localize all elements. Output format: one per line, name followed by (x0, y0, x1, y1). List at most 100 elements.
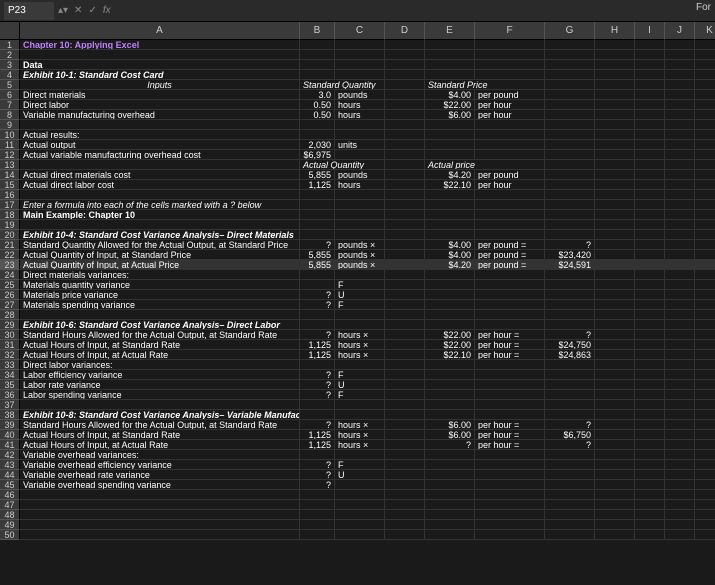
cell-J33[interactable] (665, 360, 695, 370)
cell-G45[interactable] (545, 480, 595, 490)
cell-G28[interactable] (545, 310, 595, 320)
row-header-32[interactable]: 32 (0, 350, 20, 360)
cell-E1[interactable] (425, 40, 475, 50)
col-header-D[interactable]: D (385, 22, 425, 40)
cell-C20[interactable] (335, 230, 385, 240)
cell-C19[interactable] (335, 220, 385, 230)
cell-I1[interactable] (635, 40, 665, 50)
cell-H28[interactable] (595, 310, 635, 320)
cell-I6[interactable] (635, 90, 665, 100)
cell-G46[interactable] (545, 490, 595, 500)
row-header-2[interactable]: 2 (0, 50, 20, 60)
cell-C21[interactable]: pounds × (335, 240, 385, 250)
row-header-18[interactable]: 18 (0, 210, 20, 220)
cell-I38[interactable] (635, 410, 665, 420)
cell-J29[interactable] (665, 320, 695, 330)
cell-B17[interactable] (300, 200, 335, 210)
cell-A41[interactable]: Actual Hours of Input, at Actual Rate (20, 440, 300, 450)
col-header-J[interactable]: J (665, 22, 695, 40)
cell-K20[interactable] (695, 230, 715, 240)
cell-H10[interactable] (595, 130, 635, 140)
cell-G10[interactable] (545, 130, 595, 140)
cell-J3[interactable] (665, 60, 695, 70)
cell-E42[interactable] (425, 450, 475, 460)
cell-B7[interactable]: 0.50 (300, 100, 335, 110)
cell-D33[interactable] (385, 360, 425, 370)
cell-G30[interactable]: ? (545, 330, 595, 340)
cell-A23[interactable]: Actual Quantity of Input, at Actual Pric… (20, 260, 300, 270)
row-header-22[interactable]: 22 (0, 250, 20, 260)
cell-D3[interactable] (385, 60, 425, 70)
cell-K48[interactable] (695, 510, 715, 520)
cell-A20[interactable]: Exhibit 10-4: Standard Cost Variance Ana… (20, 230, 300, 240)
cell-J36[interactable] (665, 390, 695, 400)
cell-A37[interactable] (20, 400, 300, 410)
cell-B44[interactable]: ? (300, 470, 335, 480)
cell-B25[interactable] (300, 280, 335, 290)
cell-I10[interactable] (635, 130, 665, 140)
cell-J40[interactable] (665, 430, 695, 440)
cell-I20[interactable] (635, 230, 665, 240)
cell-I34[interactable] (635, 370, 665, 380)
cell-B16[interactable] (300, 190, 335, 200)
cell-H47[interactable] (595, 500, 635, 510)
cell-E40[interactable]: $6.00 (425, 430, 475, 440)
row-header-6[interactable]: 6 (0, 90, 20, 100)
cell-D19[interactable] (385, 220, 425, 230)
cell-A18[interactable]: Main Example: Chapter 10 (20, 210, 300, 220)
row-header-23[interactable]: 23 (0, 260, 20, 270)
row-header-19[interactable]: 19 (0, 220, 20, 230)
cell-I9[interactable] (635, 120, 665, 130)
cell-F29[interactable] (475, 320, 545, 330)
cell-J6[interactable] (665, 90, 695, 100)
cell-A8[interactable]: Variable manufacturing overhead (20, 110, 300, 120)
cell-H33[interactable] (595, 360, 635, 370)
cell-E21[interactable]: $4.00 (425, 240, 475, 250)
cell-A12[interactable]: Actual variable manufacturing overhead c… (20, 150, 300, 160)
cell-E6[interactable]: $4.00 (425, 90, 475, 100)
cell-H41[interactable] (595, 440, 635, 450)
cell-D31[interactable] (385, 340, 425, 350)
cell-F48[interactable] (475, 510, 545, 520)
cell-C35[interactable]: U (335, 380, 385, 390)
cell-B45[interactable]: ? (300, 480, 335, 490)
cell-A21[interactable]: Standard Quantity Allowed for the Actual… (20, 240, 300, 250)
cell-H2[interactable] (595, 50, 635, 60)
cell-F31[interactable]: per hour = (475, 340, 545, 350)
cell-D40[interactable] (385, 430, 425, 440)
cell-F36[interactable] (475, 390, 545, 400)
cell-D20[interactable] (385, 230, 425, 240)
cell-A14[interactable]: Actual direct materials cost (20, 170, 300, 180)
cell-K7[interactable] (695, 100, 715, 110)
cell-K6[interactable] (695, 90, 715, 100)
cell-K9[interactable] (695, 120, 715, 130)
cell-G6[interactable] (545, 90, 595, 100)
cell-C29[interactable] (335, 320, 385, 330)
cell-H34[interactable] (595, 370, 635, 380)
cell-G24[interactable] (545, 270, 595, 280)
cell-A35[interactable]: Labor rate variance (20, 380, 300, 390)
cell-A29[interactable]: Exhibit 10-6: Standard Cost Variance Ana… (20, 320, 300, 330)
cell-G33[interactable] (545, 360, 595, 370)
cell-A27[interactable]: Materials spending variance (20, 300, 300, 310)
cell-D38[interactable] (385, 410, 425, 420)
cell-B50[interactable] (300, 530, 335, 540)
cell-G12[interactable] (545, 150, 595, 160)
cell-A26[interactable]: Materials price variance (20, 290, 300, 300)
cell-D45[interactable] (385, 480, 425, 490)
cell-C34[interactable]: F (335, 370, 385, 380)
cell-K41[interactable] (695, 440, 715, 450)
cell-F42[interactable] (475, 450, 545, 460)
cell-E29[interactable] (425, 320, 475, 330)
cell-F12[interactable] (475, 150, 545, 160)
cell-K38[interactable] (695, 410, 715, 420)
cell-G43[interactable] (545, 460, 595, 470)
row-header-15[interactable]: 15 (0, 180, 20, 190)
cell-B5[interactable]: Standard Quantity (300, 80, 385, 90)
cell-C50[interactable] (335, 530, 385, 540)
cell-B39[interactable]: ? (300, 420, 335, 430)
cell-reference-box[interactable]: P23 (4, 2, 54, 20)
cell-K31[interactable] (695, 340, 715, 350)
cell-H15[interactable] (595, 180, 635, 190)
cell-K35[interactable] (695, 380, 715, 390)
